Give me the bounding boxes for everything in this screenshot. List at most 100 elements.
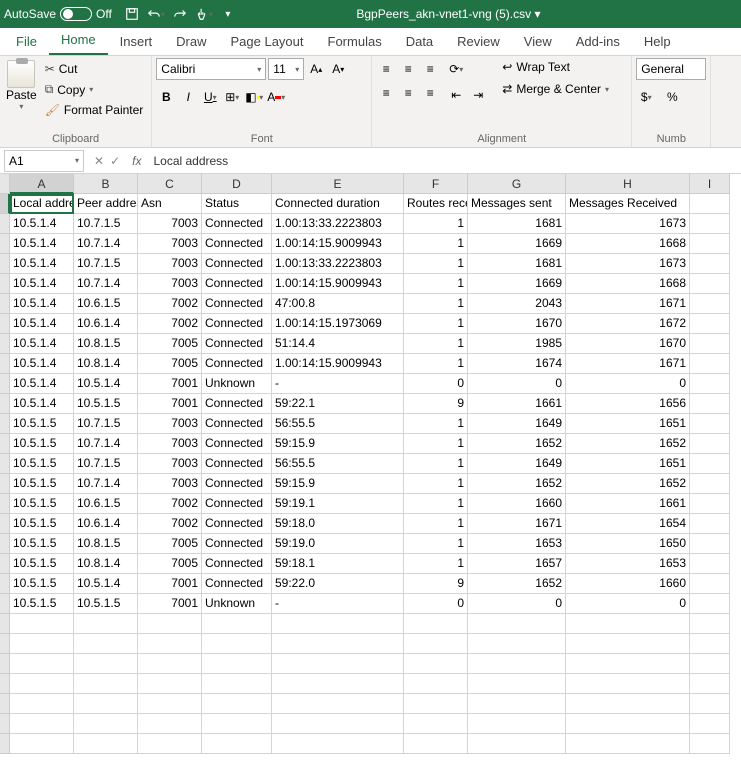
cell[interactable]: 10.5.1.5 [10,574,74,594]
row-header[interactable] [0,234,10,254]
cell[interactable]: 1650 [566,534,690,554]
cell[interactable] [690,574,730,594]
cell[interactable] [202,654,272,674]
cell[interactable]: Connected [202,394,272,414]
cell[interactable]: 1651 [566,414,690,434]
cell[interactable] [74,614,138,634]
cell[interactable] [404,734,468,754]
cut-button[interactable]: ✂Cut [41,60,148,78]
cell[interactable] [566,694,690,714]
cell[interactable] [690,374,730,394]
cell[interactable]: 7002 [138,294,202,314]
cell[interactable] [10,734,74,754]
cell[interactable]: 1652 [566,474,690,494]
cell[interactable]: 10.7.1.5 [74,214,138,234]
italic-button[interactable]: I [178,86,198,108]
cell[interactable] [566,614,690,634]
cell[interactable]: 1669 [468,274,566,294]
cell[interactable] [202,694,272,714]
row-header[interactable] [0,454,10,474]
row-header[interactable] [0,574,10,594]
row-header[interactable] [0,634,10,654]
cell[interactable]: 56:55.5 [272,414,404,434]
cell[interactable] [690,294,730,314]
cell[interactable] [272,654,404,674]
cell[interactable]: 9 [404,394,468,414]
cell[interactable]: 59:19.0 [272,534,404,554]
cell[interactable]: 1 [404,494,468,514]
cell[interactable]: 1652 [566,434,690,454]
fx-icon[interactable]: fx [126,154,147,168]
cell[interactable] [138,714,202,734]
cell[interactable]: 7003 [138,434,202,454]
cancel-formula-icon[interactable]: ✕ [94,154,104,168]
cell[interactable] [10,614,74,634]
cell[interactable]: 7002 [138,514,202,534]
cell[interactable] [690,434,730,454]
cell[interactable]: 10.7.1.4 [74,474,138,494]
cell[interactable]: 1670 [468,314,566,334]
cell[interactable]: 1 [404,334,468,354]
cell[interactable]: 59:18.1 [272,554,404,574]
cell[interactable]: 1 [404,354,468,374]
cell[interactable]: 1660 [468,494,566,514]
qat-customize-icon[interactable]: ▾ [217,3,239,25]
cell[interactable]: 7003 [138,234,202,254]
cell[interactable]: 7003 [138,454,202,474]
cell[interactable] [690,534,730,554]
cell[interactable]: 10.5.1.4 [10,354,74,374]
cell[interactable]: 0 [566,594,690,614]
cell[interactable] [690,714,730,734]
cell[interactable]: 7005 [138,354,202,374]
cell[interactable]: Connected [202,534,272,554]
cell[interactable]: 1673 [566,214,690,234]
cell[interactable]: 10.5.1.4 [74,574,138,594]
cell[interactable] [74,654,138,674]
cell[interactable]: 7002 [138,314,202,334]
column-header[interactable]: G [468,174,566,194]
cell[interactable]: 10.6.1.5 [74,494,138,514]
cell[interactable]: 10.5.1.4 [10,274,74,294]
row-header[interactable] [0,414,10,434]
cell[interactable]: 10.5.1.4 [74,374,138,394]
cell[interactable]: Connected [202,354,272,374]
tab-file[interactable]: File [4,28,49,55]
select-all-corner[interactable] [0,174,10,194]
redo-icon[interactable] [169,3,191,25]
cell[interactable] [202,714,272,734]
row-header[interactable] [0,734,10,754]
row-header[interactable] [0,194,10,214]
cell[interactable] [690,314,730,334]
cell[interactable]: 9 [404,574,468,594]
cell[interactable]: 1681 [468,254,566,274]
cell[interactable] [468,634,566,654]
cell[interactable]: 1649 [468,414,566,434]
cell[interactable] [690,634,730,654]
cell[interactable]: 1653 [468,534,566,554]
row-header[interactable] [0,354,10,374]
cell[interactable] [74,634,138,654]
tab-draw[interactable]: Draw [164,28,218,55]
cell[interactable] [138,674,202,694]
row-header[interactable] [0,694,10,714]
row-header[interactable] [0,394,10,414]
cell[interactable]: Connected [202,574,272,594]
cell[interactable]: 10.5.1.5 [10,534,74,554]
row-header[interactable] [0,214,10,234]
cell[interactable]: 1681 [468,214,566,234]
cell[interactable]: 1652 [468,434,566,454]
cell[interactable]: 7005 [138,334,202,354]
autosave-toggle[interactable]: AutoSave Off [4,7,112,21]
cell[interactable]: 7001 [138,374,202,394]
tab-add-ins[interactable]: Add-ins [564,28,632,55]
cell[interactable]: 10.5.1.5 [10,554,74,574]
cell[interactable]: 0 [468,594,566,614]
cell[interactable]: Messages Received [566,194,690,214]
row-header[interactable] [0,654,10,674]
cell[interactable] [10,654,74,674]
cell[interactable]: Connected [202,334,272,354]
cell[interactable] [202,674,272,694]
cell[interactable]: 1 [404,254,468,274]
cell[interactable]: 0 [404,374,468,394]
cell[interactable] [690,694,730,714]
